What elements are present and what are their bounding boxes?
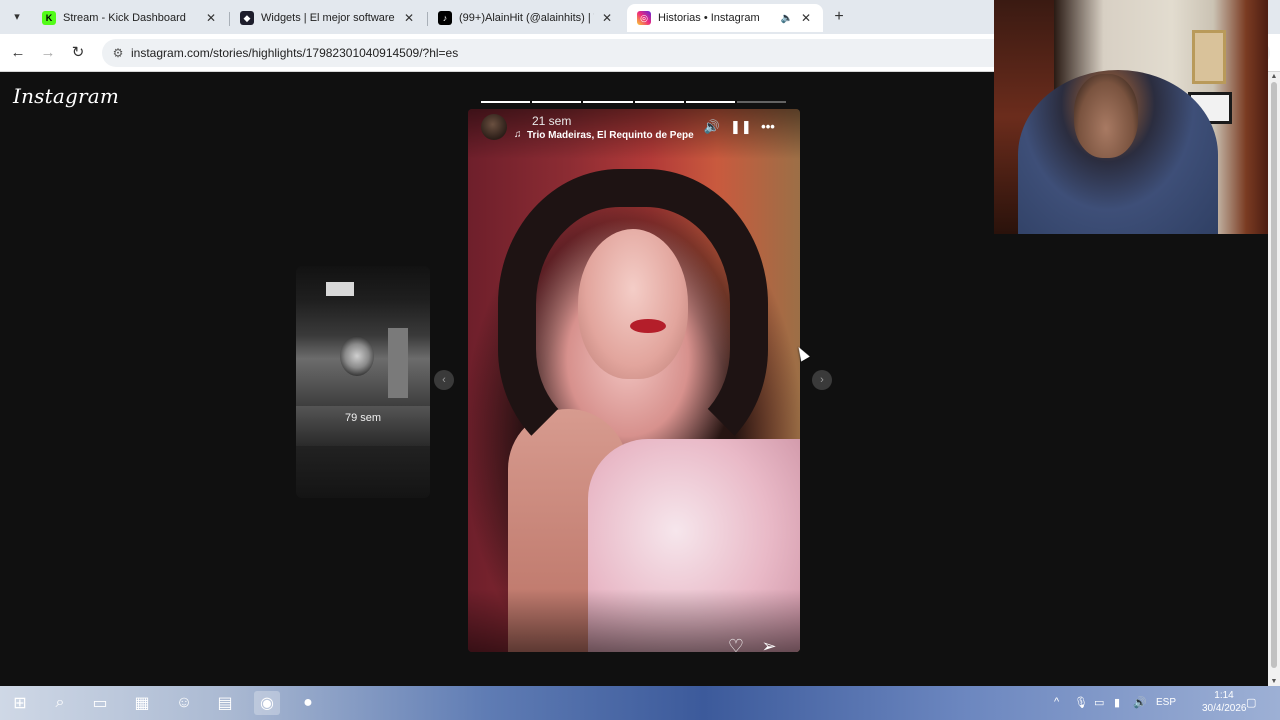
url-text: instagram.com/stories/highlights/1798230…	[131, 46, 459, 60]
streamelements-favicon-icon: ◆	[240, 11, 254, 25]
tab-instagram[interactable]: ◎ Historias • Instagram 🔈 ✕	[627, 4, 823, 32]
progress-segment	[685, 101, 735, 103]
scrollbar-thumb[interactable]	[1271, 82, 1277, 668]
preview-timestamp: 79 sem	[344, 412, 382, 424]
music-icon: ♫	[514, 129, 522, 140]
tray-chevron-icon[interactable]: ^	[1054, 696, 1059, 708]
story-progress-bar	[481, 101, 787, 103]
story-song-label[interactable]: Trio Madeiras, El Requinto de Pepe M	[527, 130, 695, 141]
story-avatar[interactable]	[481, 114, 507, 140]
webcam-image-detail	[1074, 74, 1138, 158]
instagram-favicon-icon: ◎	[637, 11, 651, 25]
story-image-detail	[630, 319, 666, 333]
pause-icon[interactable]: ❚❚	[730, 117, 752, 137]
back-arrow-icon[interactable]: ←	[8, 43, 28, 63]
progress-segment	[634, 101, 684, 103]
forward-arrow-icon[interactable]: →	[38, 43, 58, 63]
story-image-detail	[578, 229, 688, 379]
story-media[interactable]: 21 sem ♫ Trio Madeiras, El Requinto de P…	[468, 109, 800, 652]
close-tab-icon[interactable]: ✕	[799, 11, 813, 25]
tab-tiktok[interactable]: ♪ (99+)AlainHit (@alainhits) | TikT ✕	[428, 4, 624, 32]
tab-title: Stream - Kick Dashboard	[63, 12, 186, 24]
tab-title: (99+)AlainHit (@alainhits) | TikT	[459, 12, 594, 24]
close-tab-icon[interactable]: ✕	[204, 11, 218, 25]
notifications-icon[interactable]: ▢	[1246, 696, 1256, 709]
instagram-logo[interactable]: Instagram	[13, 84, 119, 108]
battery-icon[interactable]: ▮	[1114, 696, 1120, 709]
windows-start-icon[interactable]: ⊞	[7, 691, 33, 715]
like-heart-icon[interactable]: ♡	[725, 635, 747, 652]
close-tab-icon[interactable]: ✕	[600, 11, 614, 25]
next-story-arrow-icon[interactable]: ›	[812, 370, 832, 390]
file-explorer-icon[interactable]: ▤	[212, 691, 238, 715]
preview-image-detail	[326, 282, 354, 296]
scroll-up-icon[interactable]: ▲	[1270, 73, 1278, 80]
store-icon[interactable]: ▦	[129, 691, 155, 715]
previous-story-preview[interactable]: 79 sem	[296, 266, 430, 498]
clock-time: 1:14	[1214, 690, 1234, 701]
tab-widgets[interactable]: ◆ Widgets | El mejor software par ✕	[230, 4, 426, 32]
close-tab-icon[interactable]: ✕	[402, 11, 416, 25]
progress-segment	[481, 101, 531, 103]
chrome-icon[interactable]: ◉	[254, 691, 280, 715]
tab-search-chevron-icon[interactable]: ▾	[8, 8, 26, 26]
search-icon[interactable]: ⌕	[47, 691, 73, 715]
progress-segment-current	[736, 101, 787, 103]
kick-favicon-icon: K	[42, 11, 56, 25]
site-settings-icon[interactable]: ⚙	[110, 45, 126, 61]
windows-taskbar: ⊞ ⌕ ▭ ▦ ☺ ▤ ◉ ● ^ 🎙 ▭ ▮ 🔊 ESP 1:14 30/4/…	[0, 686, 1280, 720]
progress-segment	[532, 101, 582, 103]
tiktok-favicon-icon: ♪	[438, 11, 452, 25]
obs-icon[interactable]: ●	[295, 691, 321, 715]
task-view-icon[interactable]: ▭	[87, 691, 113, 715]
tab-kick[interactable]: K Stream - Kick Dashboard ✕	[32, 4, 228, 32]
previous-story-arrow-icon[interactable]: ‹	[434, 370, 454, 390]
tab-title: Widgets | El mejor software par	[261, 12, 396, 24]
tab-title: Historias • Instagram	[658, 12, 760, 24]
taskbar-clock[interactable]: 1:14 30/4/2026	[1202, 689, 1247, 715]
microphone-icon[interactable]: 🎙	[1074, 696, 1088, 709]
display-icon[interactable]: ▭	[1094, 696, 1104, 709]
discord-icon[interactable]: ☺	[171, 691, 197, 715]
story-timestamp: 21 sem	[532, 114, 572, 128]
story-bottom-gradient	[468, 589, 800, 652]
page-scrollbar[interactable]: ▲ ▼	[1268, 72, 1280, 686]
preview-image-detail	[388, 328, 408, 398]
webcam-overlay	[994, 0, 1268, 234]
language-indicator[interactable]: ESP	[1156, 697, 1176, 708]
more-options-icon[interactable]: •••	[758, 117, 778, 137]
progress-segment	[583, 101, 633, 103]
preview-image-detail	[340, 336, 374, 376]
volume-icon[interactable]: 🔊	[702, 117, 722, 137]
tab-audio-icon[interactable]: 🔈	[781, 13, 793, 24]
send-share-icon[interactable]: ➢	[758, 635, 780, 652]
webcam-image-detail	[1192, 30, 1226, 84]
reload-icon[interactable]: ↻	[68, 43, 88, 63]
speaker-icon[interactable]: 🔊	[1133, 696, 1147, 709]
new-tab-button[interactable]: +	[830, 8, 848, 26]
clock-date: 30/4/2026	[1202, 703, 1247, 714]
scroll-down-icon[interactable]: ▼	[1270, 678, 1278, 685]
